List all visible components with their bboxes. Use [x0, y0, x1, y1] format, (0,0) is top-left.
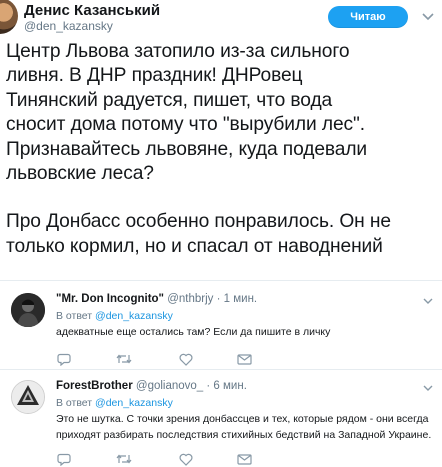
reply-time[interactable]: · 1 мин. — [217, 293, 258, 305]
chevron-down-icon[interactable] — [422, 382, 434, 394]
reply-to-user-link[interactable]: @den_kazansky — [95, 397, 173, 409]
reply-to-label: В ответ — [56, 397, 93, 409]
reply-to-user-link[interactable]: @den_kazansky — [95, 310, 173, 322]
reply-icon[interactable] — [56, 351, 72, 367]
reply-tweet[interactable]: ForestBrother @golianovo_ · 6 мин. В отв… — [0, 370, 442, 467]
reply-text-line: Это не шутка. С точки зрения донбассцев … — [56, 413, 429, 425]
tweet-header: Денис Казанський @den_kazansky Читаю — [0, 0, 442, 38]
reply-to-line: В ответ @den_kazansky — [56, 397, 173, 409]
reply-time[interactable]: · 6 мин. — [206, 380, 247, 392]
reply-text-line: адекватные еще остались там? Если да пиш… — [56, 326, 331, 338]
retweet-icon[interactable] — [116, 351, 132, 367]
reply-tweet[interactable]: "Mr. Don Incognito" @nthbrjy · 1 мин. В … — [0, 281, 442, 369]
heart-icon[interactable] — [178, 351, 194, 367]
reply-to-label: В ответ — [56, 310, 93, 322]
reply-header: ForestBrother @golianovo_ · 6 мин. — [56, 380, 247, 392]
tweet-line: Центр Львова затопило из-за сильного — [6, 41, 350, 62]
heart-icon[interactable] — [178, 451, 194, 467]
reply-icon[interactable] — [56, 451, 72, 467]
tweet-line: львовские леса? — [6, 163, 154, 185]
tweet-line: Признавайтесь львовяне, куда подевали — [6, 138, 368, 160]
reply-author-name[interactable]: ForestBrother — [56, 380, 133, 392]
reply-actions — [0, 451, 442, 467]
reply-author-handle[interactable]: @nthbrjy — [167, 293, 213, 305]
reply-avatar[interactable] — [11, 293, 45, 327]
reply-author-handle[interactable]: @golianovo_ — [136, 380, 203, 392]
tweet-line: сносит дома потому что "вырубили лес". — [6, 114, 365, 136]
reply-text: адекватные еще остались там? Если да пиш… — [56, 325, 330, 341]
reply-text-line: приходят разбирать последствия стихийных… — [56, 428, 432, 441]
tweet-line: Тинянский радуется, пишет, что вода — [6, 89, 333, 111]
reply-author-name[interactable]: "Mr. Don Incognito" — [56, 293, 164, 305]
retweet-icon[interactable] — [116, 451, 132, 467]
reply-text: Это не шутка. С точки зрения донбассцев … — [56, 412, 431, 443]
author-avatar[interactable] — [0, 0, 18, 34]
tweet-line: ливня. В ДНР праздник! ДНРовец — [6, 65, 303, 87]
author-handle[interactable]: @den_kazansky — [24, 19, 113, 33]
reply-to-line: В ответ @den_kazansky — [56, 310, 173, 322]
tweet-line: Про Донбасс особенно понравилось. Он не — [6, 211, 391, 233]
reply-header: "Mr. Don Incognito" @nthbrjy · 1 мин. — [56, 293, 257, 305]
reply-avatar[interactable] — [11, 380, 45, 414]
chevron-down-icon[interactable] — [422, 295, 434, 307]
author-name[interactable]: Денис Казанський — [24, 2, 160, 19]
reply-actions — [0, 351, 442, 367]
envelope-icon[interactable] — [236, 351, 252, 367]
envelope-icon[interactable] — [236, 451, 252, 467]
chevron-down-icon[interactable] — [420, 9, 436, 25]
tweet-text: Центр Львова затопило из-за сильного лив… — [6, 40, 442, 259]
tweet-line: только кормил, но и спасал от наводнений — [6, 235, 383, 257]
following-button[interactable]: Читаю — [328, 6, 408, 28]
